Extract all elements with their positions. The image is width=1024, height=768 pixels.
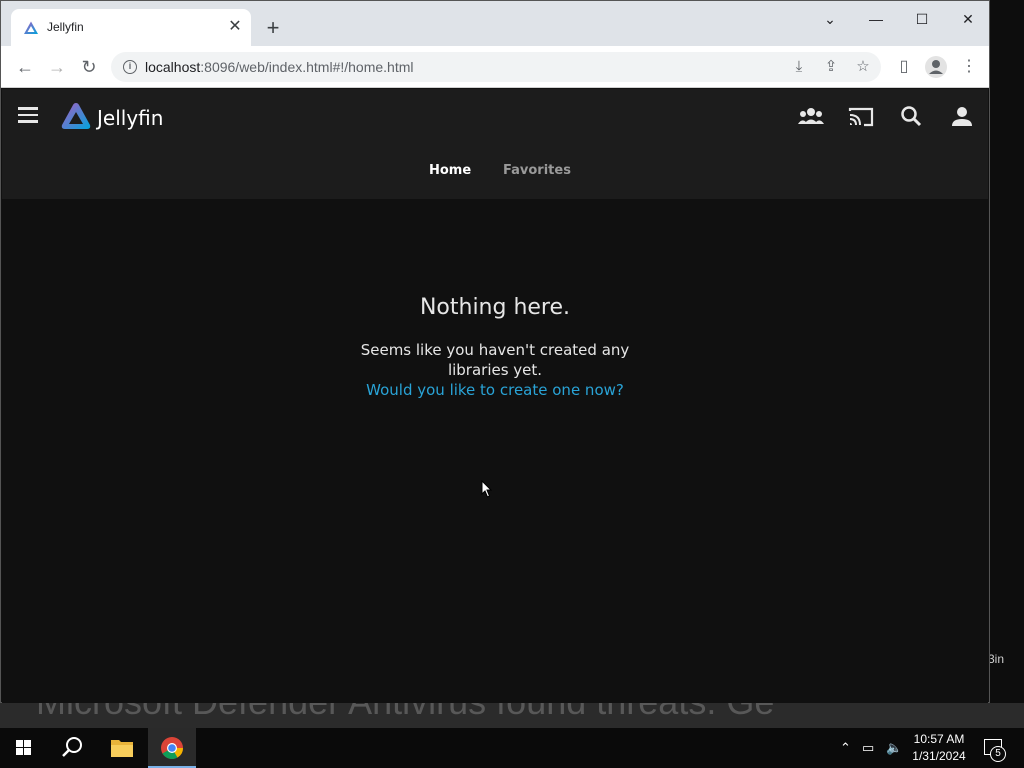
side-panel-icon[interactable]: ▯ [893, 56, 915, 78]
url-text: localhost:8096/web/index.html#!/home.htm… [145, 59, 414, 75]
hamburger-menu-icon[interactable] [18, 107, 40, 125]
taskbar-search-icon [62, 737, 82, 757]
tab-home[interactable]: Home [429, 163, 471, 178]
defender-notification[interactable]: Microsoft Defender Antivirus found threa… [0, 703, 1024, 728]
network-icon[interactable]: ▭ [862, 740, 874, 756]
browser-tab-title: Jellyfin [47, 20, 84, 34]
browser-titlebar: Jellyfin ✕ + ⌄ — ☐ ✕ [1, 1, 989, 46]
forward-icon[interactable]: → [45, 55, 69, 79]
app-brand[interactable]: Jellyfin [97, 106, 163, 130]
browser-window: Jellyfin ✕ + ⌄ — ☐ ✕ ← → ↻ i localhost:8… [0, 0, 990, 703]
jellyfin-favicon-icon [24, 21, 38, 34]
windows-logo-icon [16, 740, 31, 755]
empty-state-title: Nothing here. [419, 295, 571, 320]
install-app-icon[interactable]: ⤓ [789, 57, 809, 77]
browser-menu-icon[interactable]: ⋮ [958, 56, 980, 78]
sync-play-icon[interactable] [797, 105, 825, 129]
close-window-icon[interactable]: ✕ [945, 7, 991, 31]
chrome-icon [161, 737, 183, 759]
clock-time: 10:57 AM [913, 732, 965, 746]
empty-state: Nothing here. Seems like you haven't cre… [2, 295, 988, 400]
jellyfin-app: Jellyfin Home Favorites Nothing here. Se… [2, 89, 988, 703]
profile-avatar-icon[interactable] [925, 56, 947, 78]
new-tab-icon[interactable]: + [261, 17, 285, 41]
windows-taskbar: ⌃ ▭ 🔈 10:57 AM 1/31/2024 5 [0, 728, 1024, 768]
taskbar-search-button[interactable] [48, 728, 96, 768]
app-header: Jellyfin Home Favorites [2, 89, 988, 199]
browser-tab[interactable]: Jellyfin ✕ [11, 9, 251, 46]
reload-icon[interactable]: ↻ [77, 55, 101, 79]
back-icon[interactable]: ← [13, 55, 37, 79]
home-tabs: Home Favorites [2, 163, 988, 187]
share-icon[interactable]: ⇪ [821, 57, 841, 77]
close-tab-icon[interactable]: ✕ [225, 17, 245, 37]
url-path: :8096/web/index.html#!/home.html [200, 59, 414, 75]
jellyfin-logo-icon [61, 103, 91, 129]
folder-icon [111, 740, 133, 757]
create-library-link[interactable]: Would you like to create one now? [2, 380, 988, 400]
user-profile-icon[interactable] [948, 105, 976, 129]
empty-state-message: Seems like you haven't created any libra… [360, 341, 630, 379]
address-bar[interactable]: i localhost:8096/web/index.html#!/home.h… [111, 52, 881, 82]
tray-overflow-icon[interactable]: ⌃ [840, 740, 851, 756]
notification-count-badge: 5 [990, 746, 1006, 762]
mouse-cursor-icon [481, 480, 493, 498]
start-button[interactable] [0, 728, 48, 768]
file-explorer-button[interactable] [98, 728, 146, 768]
tab-search-icon[interactable]: ⌄ [807, 7, 853, 31]
desktop-strip [989, 0, 1024, 728]
system-clock[interactable]: 10:57 AM 1/31/2024 [900, 731, 978, 765]
desktop-icon-label: 3in [988, 652, 1005, 666]
clock-date: 1/31/2024 [912, 749, 966, 763]
tab-favorites[interactable]: Favorites [503, 163, 571, 178]
url-host: localhost [145, 59, 201, 75]
cast-icon[interactable] [847, 105, 875, 129]
site-info-icon[interactable]: i [123, 60, 137, 74]
browser-toolbar: ← → ↻ i localhost:8096/web/index.html#!/… [1, 46, 989, 88]
chrome-taskbar-button[interactable] [148, 728, 196, 768]
maximize-icon[interactable]: ☐ [899, 7, 945, 31]
minimize-icon[interactable]: — [853, 7, 899, 31]
search-icon[interactable] [898, 105, 926, 129]
defender-notification-text: Microsoft Defender Antivirus found threa… [36, 703, 774, 723]
bookmark-star-icon[interactable]: ☆ [853, 57, 873, 77]
